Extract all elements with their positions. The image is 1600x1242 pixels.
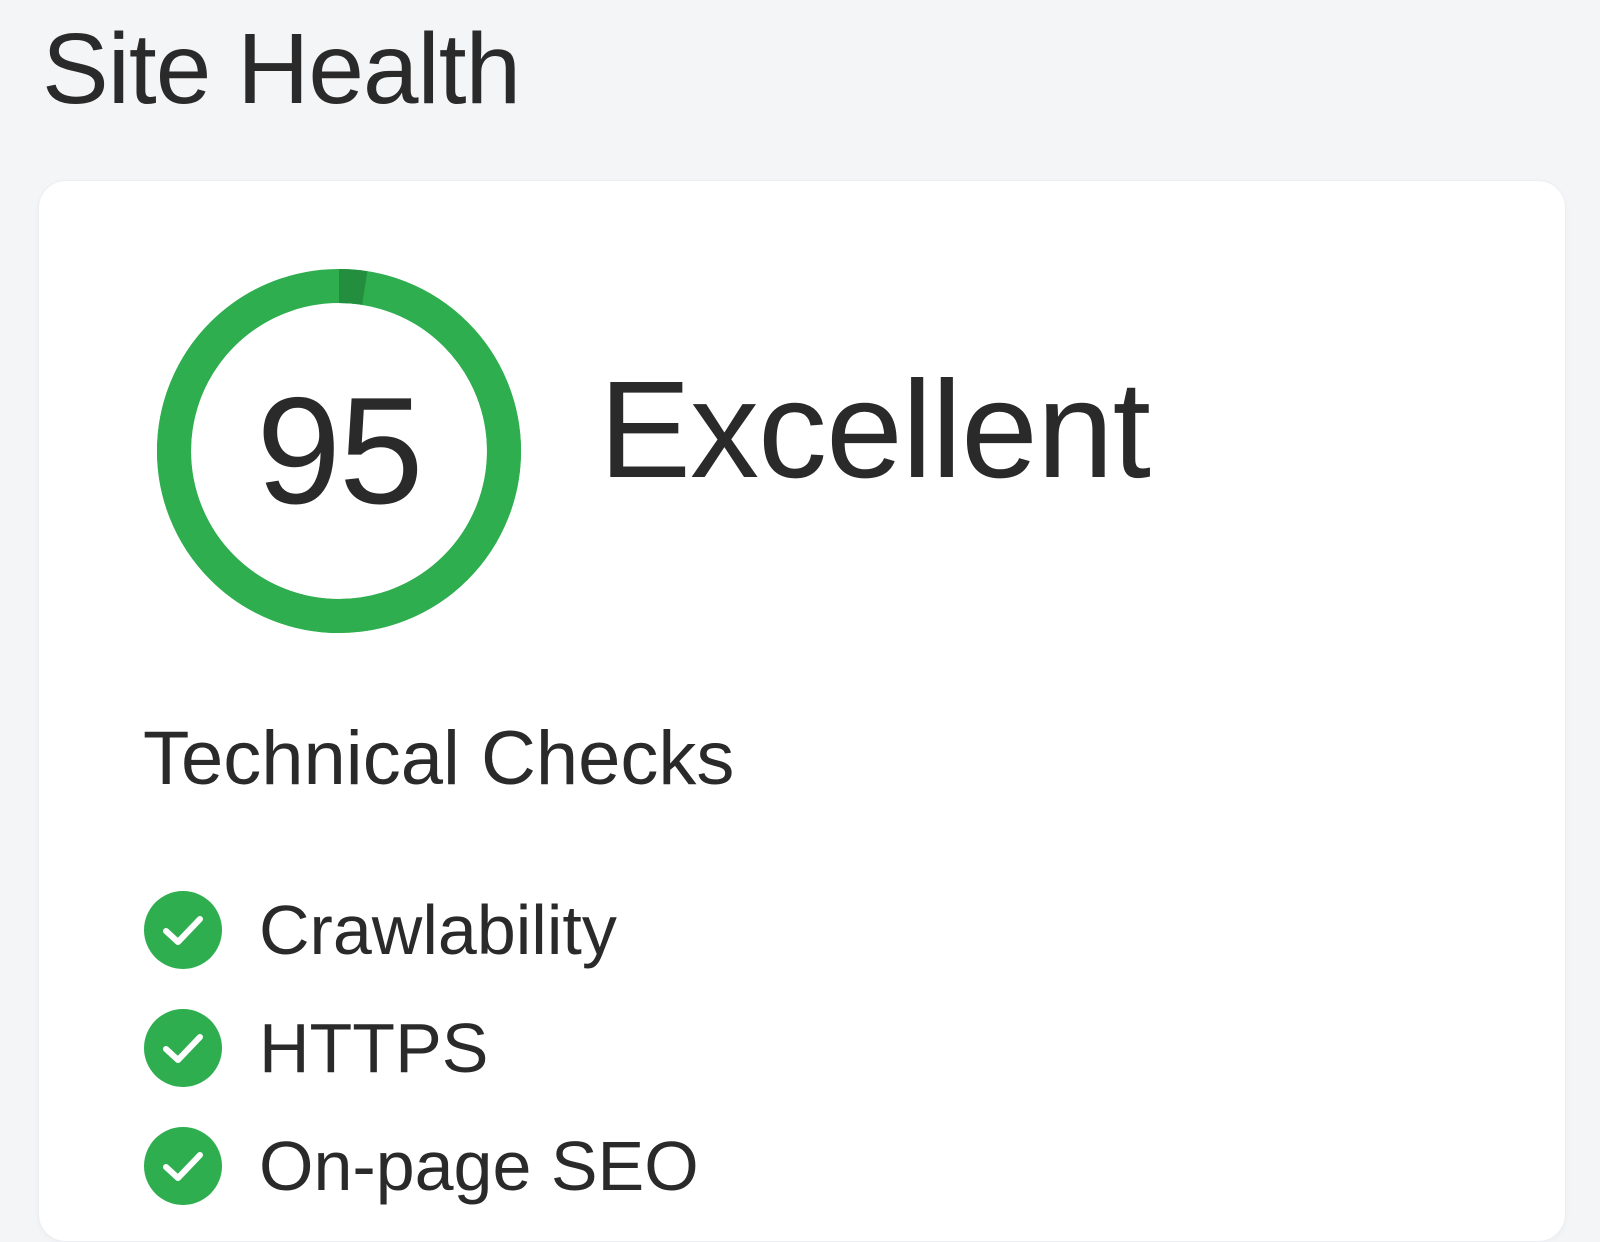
check-item-crawlability: Crawlability [143, 871, 699, 989]
page-title: Site Health [42, 13, 521, 125]
check-label: HTTPS [259, 1009, 489, 1087]
site-health-card: 95 Excellent Technical Checks Crawlabili… [38, 180, 1566, 1242]
check-item-on-page-seo: On-page SEO [143, 1107, 699, 1225]
check-circle-icon [144, 1009, 222, 1087]
check-label: Crawlability [259, 891, 617, 969]
score-rating: Excellent [599, 353, 1151, 507]
score-gauge: 95 [152, 264, 526, 638]
check-item-https: HTTPS [143, 989, 699, 1107]
technical-checks-heading: Technical Checks [143, 716, 735, 801]
check-label: On-page SEO [259, 1127, 699, 1205]
score-value: 95 [256, 365, 423, 536]
technical-checks-list: Crawlability HTTPS On-page SEO [143, 871, 699, 1225]
check-circle-icon [144, 891, 222, 969]
check-circle-icon [144, 1127, 222, 1205]
